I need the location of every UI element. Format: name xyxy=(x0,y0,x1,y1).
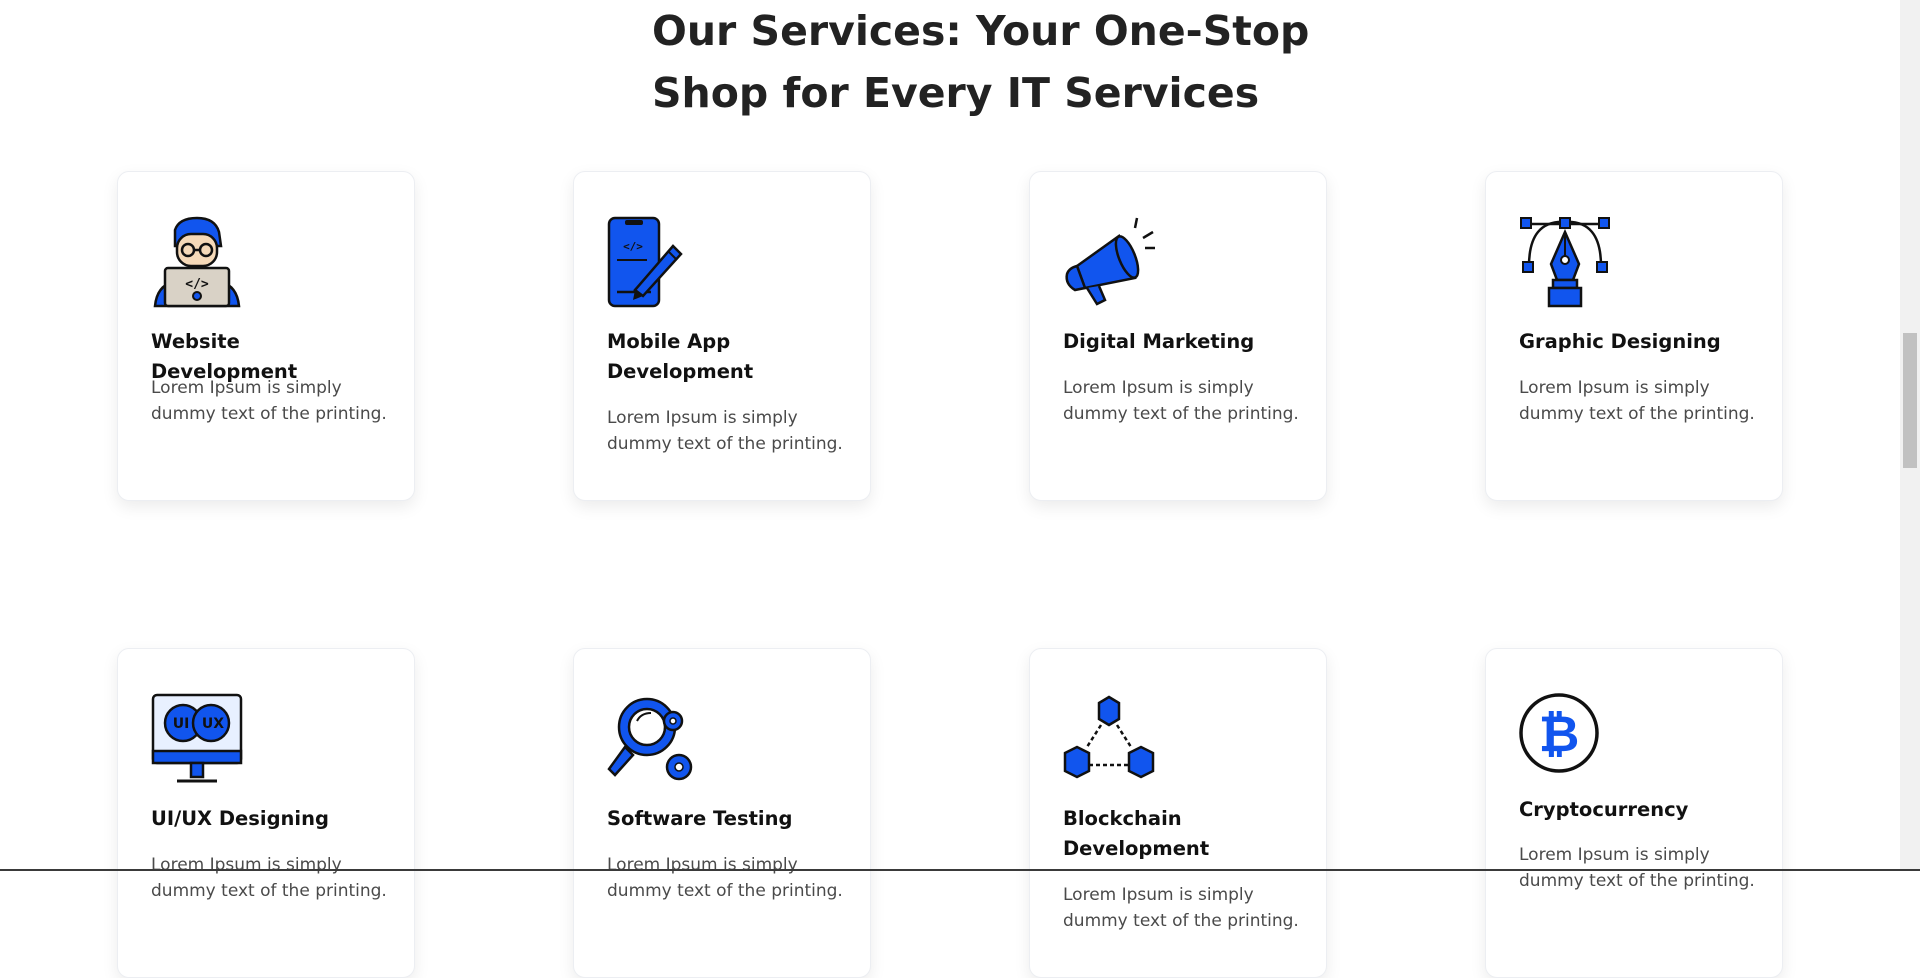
svg-text:₿: ₿ xyxy=(1539,705,1580,763)
magnifier-gears-icon xyxy=(607,693,699,785)
ui-ux-monitor-icon: UI UX xyxy=(151,693,243,785)
svg-text:UX: UX xyxy=(202,716,224,732)
service-description: Lorem Ipsum is simply dummy text of the … xyxy=(1063,885,1299,931)
service-title: UI/UX Designing xyxy=(151,807,329,830)
service-card-graphic-designing[interactable]: Graphic Designing Lorem Ipsum is simply … xyxy=(1485,171,1783,501)
service-card-cryptocurrency[interactable]: ₿ Cryptocurrency Lorem Ipsum is simply d… xyxy=(1485,648,1783,978)
section-heading-line-1: Our Services: Your One-Stop xyxy=(652,7,1310,55)
bitcoin-icon: ₿ xyxy=(1519,693,1611,785)
service-description: Lorem Ipsum is simply dummy text of the … xyxy=(607,408,843,454)
service-card-blockchain-development[interactable]: Blockchain Development Lorem Ipsum is si… xyxy=(1029,648,1327,978)
blockchain-cubes-icon xyxy=(1063,693,1155,785)
service-description: Lorem Ipsum is simply dummy text of the … xyxy=(151,378,387,424)
service-title: Digital Marketing xyxy=(1063,330,1255,353)
service-title: Mobile App Development xyxy=(607,330,754,383)
service-title: Blockchain Development xyxy=(1063,807,1210,860)
service-description: Lorem Ipsum is simply dummy text of the … xyxy=(151,855,387,901)
mobile-code-icon: </> xyxy=(607,216,699,308)
svg-text:</>: </> xyxy=(185,277,209,292)
service-title: Cryptocurrency xyxy=(1519,798,1689,821)
service-card-software-testing[interactable]: Software Testing Lorem Ipsum is simply d… xyxy=(573,648,871,978)
service-description: Lorem Ipsum is simply dummy text of the … xyxy=(1519,845,1755,891)
pen-tool-icon xyxy=(1519,216,1611,308)
scrollbar-thumb[interactable] xyxy=(1903,333,1917,468)
service-title: Graphic Designing xyxy=(1519,330,1721,353)
megaphone-icon xyxy=(1063,216,1155,308)
svg-text:</>: </> xyxy=(623,240,643,253)
service-card-website-development[interactable]: </> Website Development Lorem Ipsum is s… xyxy=(117,171,415,501)
section-heading-line-2: Shop for Every IT Services xyxy=(652,69,1260,117)
service-description: Lorem Ipsum is simply dummy text of the … xyxy=(607,855,843,901)
service-description: Lorem Ipsum is simply dummy text of the … xyxy=(1519,378,1755,424)
service-card-ui-ux-designing[interactable]: UI UX UI/UX Designing Lorem Ipsum is sim… xyxy=(117,648,415,978)
vertical-scrollbar[interactable] xyxy=(1900,0,1920,871)
service-title: Software Testing xyxy=(607,807,793,830)
service-description: Lorem Ipsum is simply dummy text of the … xyxy=(1063,378,1299,424)
svg-text:UI: UI xyxy=(173,716,190,732)
service-card-digital-marketing[interactable]: Digital Marketing Lorem Ipsum is simply … xyxy=(1029,171,1327,501)
developer-laptop-icon: </> xyxy=(151,216,243,308)
section-heading: Our Services: Your One-Stop Shop for Eve… xyxy=(652,0,1352,124)
service-card-mobile-app-development[interactable]: </> Mobile App Development Lorem Ipsum i… xyxy=(573,171,871,501)
